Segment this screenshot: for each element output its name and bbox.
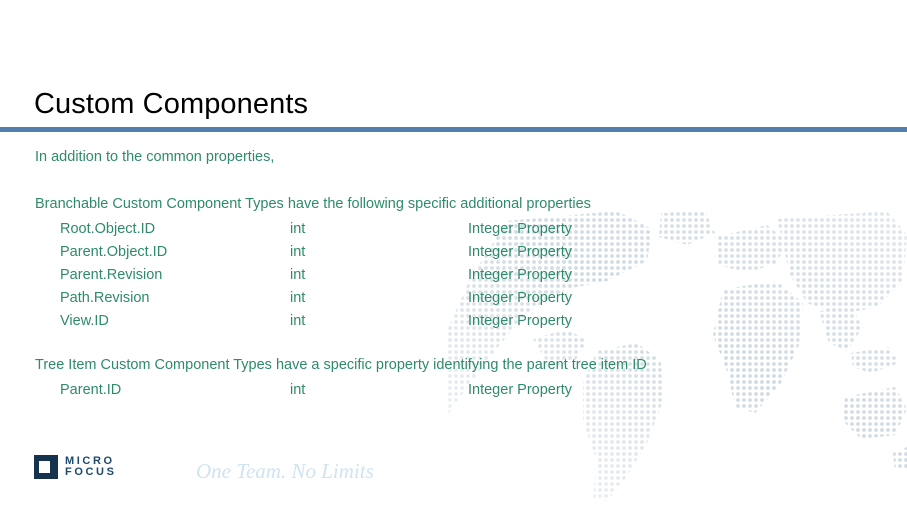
property-type: int xyxy=(290,267,306,283)
section-heading: Branchable Custom Component Types have t… xyxy=(35,196,591,212)
table-row: Parent.Revision int Integer Property xyxy=(35,264,895,287)
property-type: int xyxy=(290,290,306,306)
table-row: Path.Revision int Integer Property xyxy=(35,287,895,310)
table-row: View.ID int Integer Property xyxy=(35,310,895,333)
property-description: Integer Property xyxy=(468,244,572,260)
property-name: Path.Revision xyxy=(60,290,150,306)
property-type: int xyxy=(290,313,306,329)
section-tree-item: Tree Item Custom Component Types have a … xyxy=(35,356,895,402)
property-type: int xyxy=(290,244,306,260)
property-description: Integer Property xyxy=(468,290,572,306)
micro-focus-logo: MICRO FOCUS xyxy=(34,455,117,479)
property-type: int xyxy=(290,221,306,237)
property-name: View.ID xyxy=(60,313,109,329)
slide: Custom Components In addition to the com… xyxy=(0,0,907,511)
property-type: int xyxy=(290,382,306,398)
table-row: Parent.ID int Integer Property xyxy=(35,379,895,402)
table-row: Root.Object.ID int Integer Property xyxy=(35,218,895,241)
section-heading: Tree Item Custom Component Types have a … xyxy=(35,357,647,373)
slide-footer: MICRO FOCUS One Team. No Limits xyxy=(0,441,907,511)
property-description: Integer Property xyxy=(468,313,572,329)
property-description: Integer Property xyxy=(468,382,572,398)
property-name: Parent.Revision xyxy=(60,267,163,283)
property-description: Integer Property xyxy=(468,267,572,283)
slide-body: In addition to the common properties, Br… xyxy=(0,0,907,511)
property-description: Integer Property xyxy=(468,221,572,237)
property-table: Parent.ID int Integer Property xyxy=(35,379,895,402)
property-name: Root.Object.ID xyxy=(60,221,156,237)
property-name: Parent.ID xyxy=(60,382,122,398)
tagline: One Team. No Limits xyxy=(196,459,374,483)
logo-wordmark: MICRO FOCUS xyxy=(65,456,117,478)
intro-text: In addition to the common properties, xyxy=(35,149,275,165)
property-table: Root.Object.ID int Integer Property Pare… xyxy=(35,218,895,333)
logo-word-focus: FOCUS xyxy=(65,466,117,478)
section-branchable: Branchable Custom Component Types have t… xyxy=(35,195,895,333)
micro-focus-mark-icon xyxy=(34,455,58,479)
property-name: Parent.Object.ID xyxy=(60,244,168,260)
table-row: Parent.Object.ID int Integer Property xyxy=(35,241,895,264)
